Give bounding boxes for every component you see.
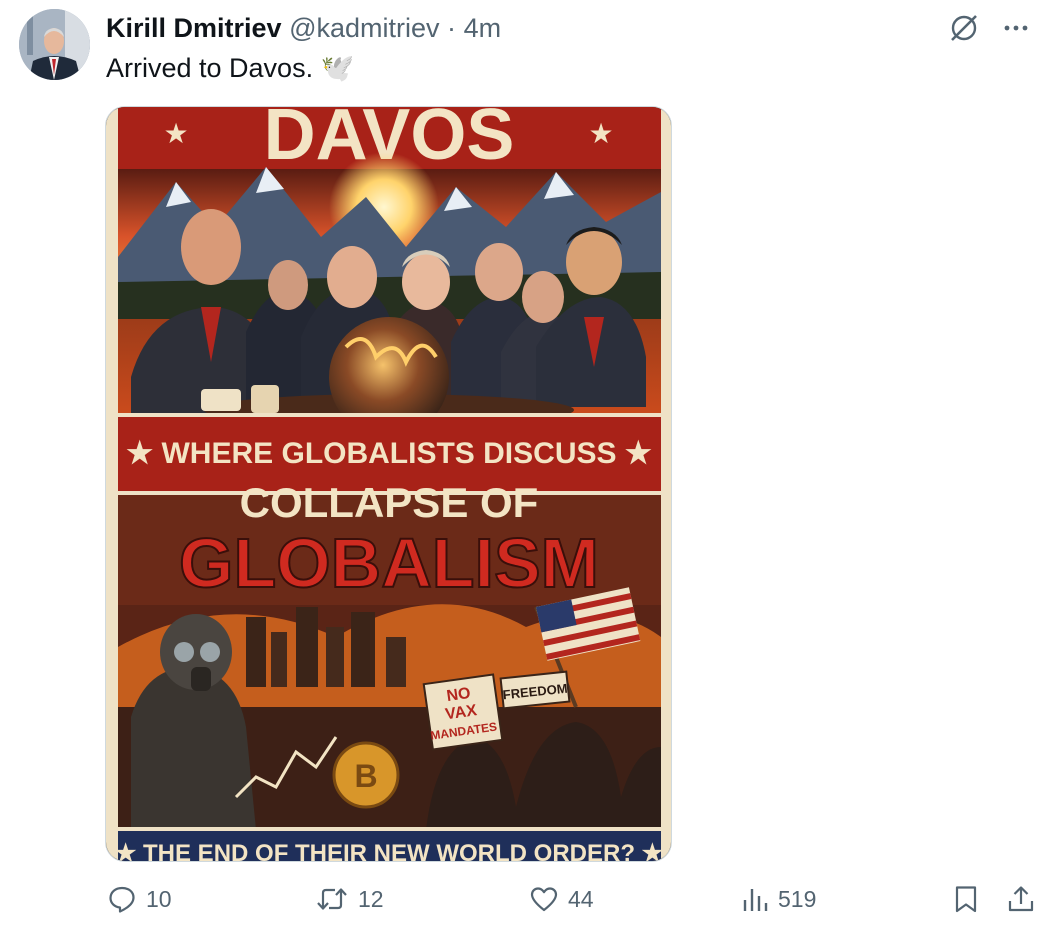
views-icon (743, 889, 768, 911)
author-handle[interactable]: @kadmitriev (289, 13, 439, 43)
poster-banner: ★ WHERE GLOBALISTS DISCUSS ★ (126, 437, 652, 470)
share-button[interactable] (1006, 884, 1036, 914)
author-name[interactable]: Kirill Dmitriev (106, 13, 282, 43)
repost-count: 12 (358, 885, 384, 912)
dove-emoji: 🕊️ (320, 53, 355, 83)
grok-icon[interactable] (948, 12, 980, 44)
repost-button[interactable]: 12 (315, 884, 384, 914)
share-icon (1008, 886, 1034, 912)
poster-footer: ★ THE END OF THEIR NEW WORLD ORDER? ★ (115, 840, 664, 862)
post-image[interactable]: DAVOS ★ ★ ★ WHERE GLOBALISTS DISCUSS ★ C… (105, 106, 672, 862)
avatar[interactable] (19, 9, 90, 80)
bookmark-button[interactable] (952, 884, 980, 914)
like-button[interactable]: 44 (529, 884, 594, 914)
action-bar: 10 12 44 519 (0, 884, 1056, 920)
tweet-body: Arrived to Davos. (106, 53, 314, 83)
sign-text-1: NO (446, 685, 472, 705)
heart-icon (530, 887, 558, 912)
headline-2: GLOBALISM (179, 524, 599, 602)
reply-icon (109, 886, 135, 913)
tweet-text: Arrived to Davos. 🕊️ (106, 51, 354, 85)
view-count: 519 (778, 885, 817, 912)
top-actions (948, 12, 1030, 44)
post-time[interactable]: 4m (464, 13, 502, 43)
sign-freedom: FREEDOM (499, 670, 571, 710)
headline-1: COLLAPSE OF (240, 479, 539, 526)
like-count: 44 (568, 885, 594, 912)
reply-button[interactable]: 10 (107, 884, 172, 914)
avatar-image (19, 9, 90, 80)
teacup (201, 389, 241, 411)
poster-illustration: DAVOS ★ ★ ★ WHERE GLOBALISTS DISCUSS ★ C… (106, 107, 671, 862)
tweet-header: Kirill Dmitriev @kadmitriev · 4m (106, 11, 501, 45)
title-star-left: ★ (163, 117, 188, 150)
bookmark-icon (955, 886, 977, 913)
separator-dot: · (447, 13, 457, 43)
coin-symbol: B (354, 758, 377, 794)
reply-count: 10 (146, 885, 172, 912)
cup (251, 385, 279, 413)
repost-icon (317, 888, 347, 910)
more-icon[interactable] (1002, 14, 1030, 42)
sign-no-vax: NO VAX MANDATES (422, 673, 504, 751)
views-button[interactable]: 519 (741, 884, 816, 914)
title-star-right: ★ (588, 117, 613, 150)
